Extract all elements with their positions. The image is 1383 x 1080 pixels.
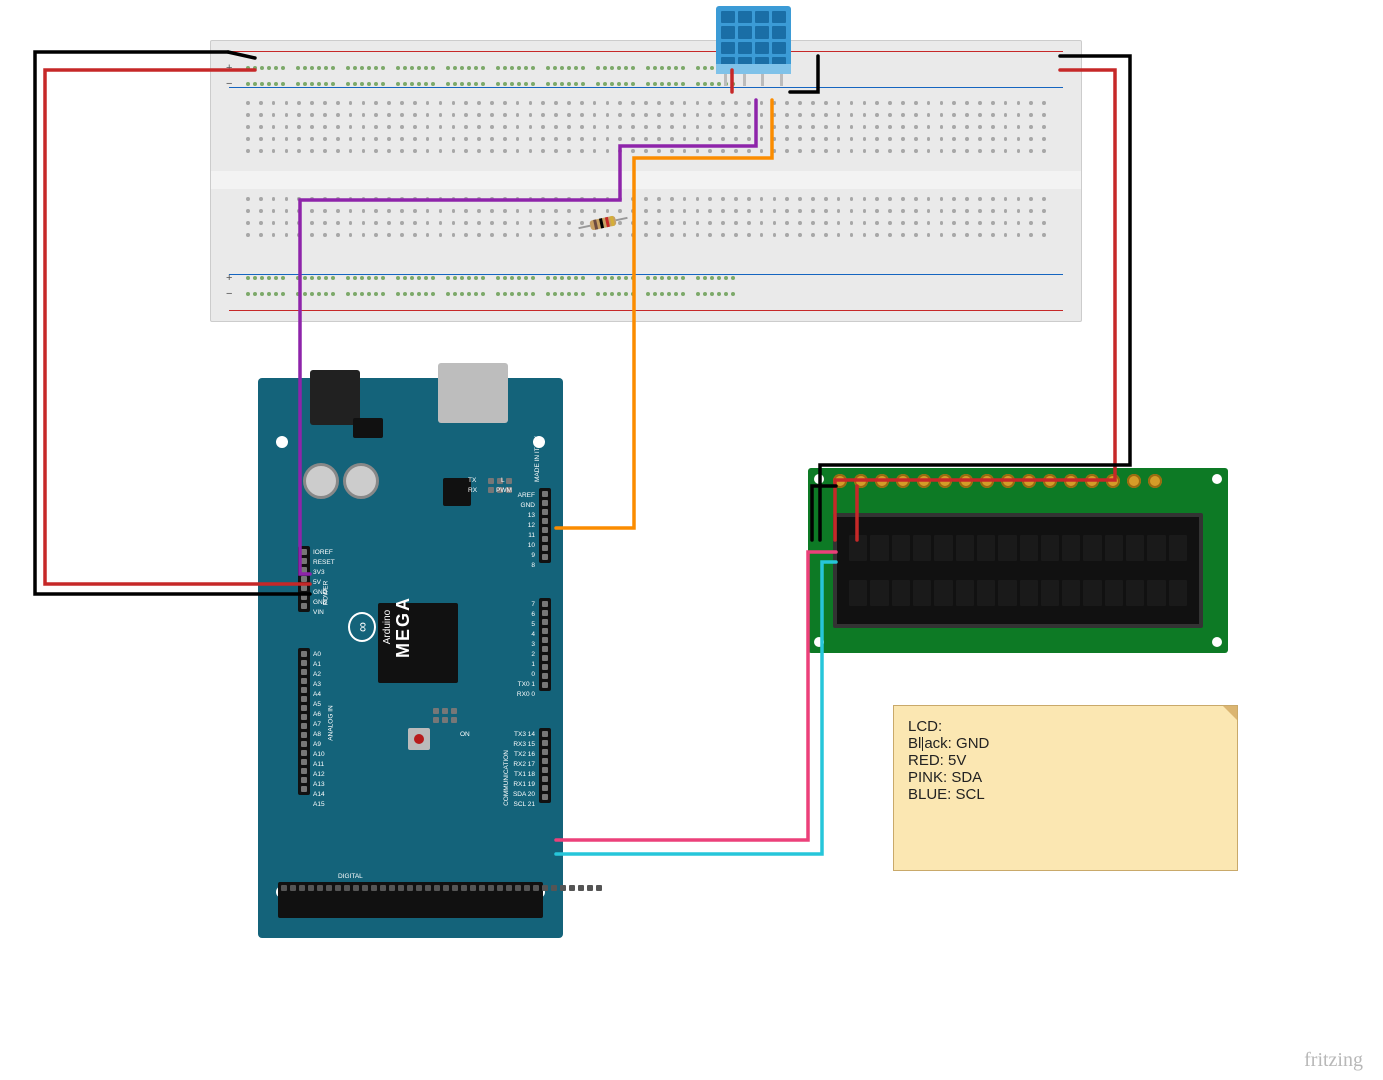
note-line5: BLUE: SCL (908, 786, 1223, 803)
fritzing-watermark: fritzing (1304, 1049, 1363, 1072)
arduino-logo: ∞ Arduino MEGA (348, 596, 414, 658)
led-tx: TX (468, 476, 476, 486)
led-rx: RX (468, 486, 477, 496)
led-on: ON (460, 730, 470, 740)
made-in-label: MADE IN ITALY (533, 436, 543, 482)
led-l: L (501, 476, 505, 486)
comm-header-label: COMMUNICATION (502, 750, 512, 806)
power-header-label: POWER (321, 581, 331, 606)
digital-header-label: DIGITAL (338, 872, 363, 882)
wire-scl-blue (556, 562, 836, 854)
note-line3: RED: 5V (908, 752, 1223, 769)
note-line4: PINK: SDA (908, 769, 1223, 786)
wire-sda-pink (556, 552, 836, 840)
lcd-16x2 (808, 468, 1228, 653)
breadboard: + − + − (210, 40, 1082, 322)
dht11-sensor (716, 6, 791, 86)
note-line1: LCD: (908, 718, 1223, 735)
arduino-mega: MADE IN ITALY TX RX L PWM ON IOREFRESET3… (258, 378, 563, 938)
note-line2: Black: GND (908, 735, 1223, 752)
note-lcd-legend: LCD: Black: GND RED: 5V PINK: SDA BLUE: … (893, 705, 1238, 871)
led-pwm: PWM (496, 486, 512, 496)
analog-header-label: ANALOG IN (327, 705, 337, 740)
